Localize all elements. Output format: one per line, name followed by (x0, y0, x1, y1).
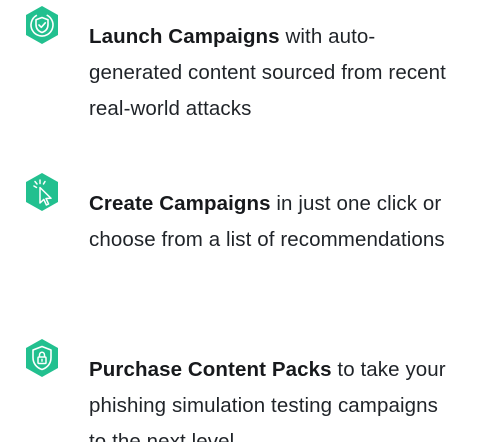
feature-list: Launch Campaigns with auto-generated con… (0, 0, 479, 442)
feature-title: Purchase Content Packs (89, 358, 332, 381)
feature-title: Launch Campaigns (89, 25, 280, 48)
feature-text: Launch Campaigns with auto-generated con… (89, 19, 461, 127)
feature-title: Create Campaigns (89, 192, 271, 215)
shield-lock-icon (23, 338, 61, 378)
feature-text: Purchase Content Packs to take your phis… (89, 352, 461, 442)
feature-text: Create Campaigns in just one click or ch… (89, 186, 461, 258)
shield-check-icon (23, 5, 61, 45)
cursor-click-icon (23, 172, 61, 212)
